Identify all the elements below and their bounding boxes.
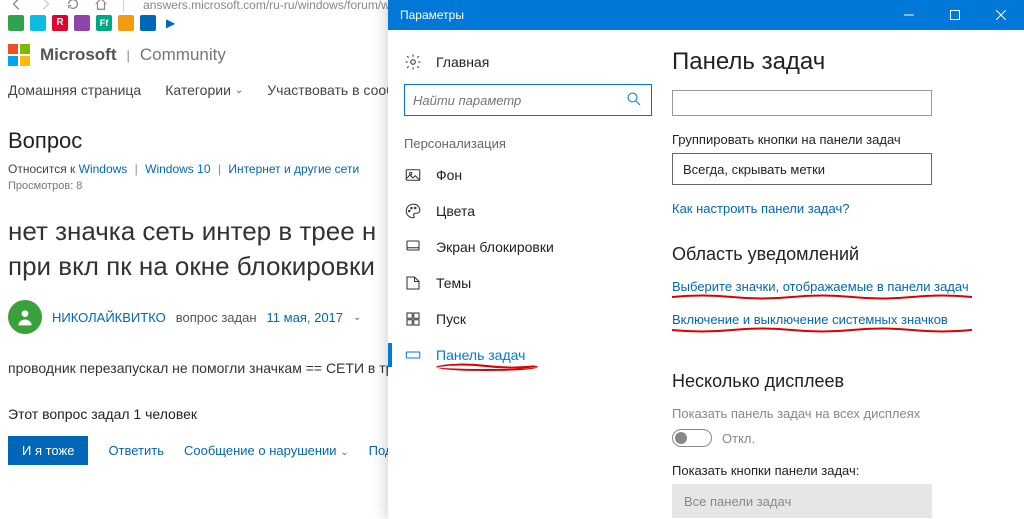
show-buttons-label: Показать кнопки панели задач: bbox=[672, 463, 1002, 478]
nav-fwd-icon[interactable] bbox=[38, 0, 52, 14]
field-box[interactable] bbox=[672, 90, 932, 116]
window-title: Параметры bbox=[388, 8, 886, 22]
avatar bbox=[8, 300, 42, 334]
nav-themes[interactable]: Темы bbox=[388, 265, 668, 301]
author-name[interactable]: НИКОЛАЙКВИТКО bbox=[52, 310, 166, 325]
fav-icon[interactable] bbox=[30, 15, 46, 31]
fav-icon[interactable] bbox=[8, 15, 24, 31]
chevron-down-icon: ⌄ bbox=[235, 85, 243, 96]
lockscreen-icon bbox=[404, 238, 422, 256]
window-minimize-button[interactable] bbox=[886, 0, 932, 30]
nav-taskbar[interactable]: Панель задач bbox=[388, 337, 668, 373]
toggle-state: Откл. bbox=[722, 431, 755, 446]
section-personalization: Персонализация bbox=[388, 130, 668, 157]
microsoft-logo-icon bbox=[8, 44, 30, 66]
fav-icon[interactable] bbox=[118, 15, 134, 31]
fav-icon[interactable]: Ff bbox=[96, 15, 112, 31]
notif-heading: Область уведомлений bbox=[672, 244, 1002, 265]
nav-refresh-icon[interactable] bbox=[66, 0, 80, 14]
asked-date[interactable]: 11 мая, 2017 bbox=[267, 310, 343, 325]
group-buttons-label: Группировать кнопки на панели задач bbox=[672, 132, 1002, 147]
meta-link-net[interactable]: Интернет и другие сети bbox=[228, 162, 359, 176]
nav-home-icon[interactable] bbox=[94, 0, 108, 14]
nav-categories[interactable]: Категории⌄ bbox=[165, 82, 243, 98]
brand-community[interactable]: Community bbox=[140, 45, 226, 65]
window-close-button[interactable] bbox=[978, 0, 1024, 30]
fav-icon[interactable] bbox=[74, 15, 90, 31]
nav-home[interactable]: Домашняя страница bbox=[8, 82, 141, 98]
fav-icon[interactable]: R bbox=[52, 15, 68, 31]
multi-heading: Несколько дисплеев bbox=[672, 371, 1002, 392]
nav-colors[interactable]: Цвета bbox=[388, 193, 668, 229]
search-icon bbox=[625, 90, 643, 111]
nav-back-icon[interactable] bbox=[10, 0, 24, 14]
me-too-button[interactable]: И я тоже bbox=[8, 436, 88, 465]
asked-label: вопрос задан bbox=[176, 310, 257, 325]
system-icons-link[interactable]: Включение и выключение системных значков bbox=[672, 312, 948, 327]
picture-icon bbox=[404, 166, 422, 184]
chevron-down-icon[interactable]: ⌄ bbox=[353, 312, 361, 323]
select-icons-link[interactable]: Выберите значки, отображаемые в панели з… bbox=[672, 279, 969, 294]
nav-background[interactable]: Фон bbox=[388, 157, 668, 193]
settings-home-label: Главная bbox=[436, 54, 489, 70]
howto-link[interactable]: Как настроить панели задач? bbox=[672, 201, 849, 216]
settings-search-input[interactable] bbox=[413, 93, 625, 108]
address-url[interactable]: answers.microsoft.com/ru-ru/windows/foru… bbox=[143, 0, 390, 12]
meta-link-windows[interactable]: Windows bbox=[79, 162, 128, 176]
themes-icon bbox=[404, 274, 422, 292]
settings-home[interactable]: Главная bbox=[388, 44, 668, 80]
settings-window: Параметры Главная Персонализаци bbox=[388, 0, 1024, 519]
reply-link[interactable]: Ответить bbox=[108, 443, 164, 458]
fav-overflow-icon[interactable]: ▶ bbox=[166, 16, 175, 30]
report-link[interactable]: Сообщение о нарушении ⌄ bbox=[184, 443, 349, 458]
show-buttons-select: Все панели задач bbox=[672, 484, 932, 518]
palette-icon bbox=[404, 202, 422, 220]
meta-link-win10[interactable]: Windows 10 bbox=[145, 162, 210, 176]
brand-microsoft[interactable]: Microsoft bbox=[40, 45, 117, 65]
multi-label: Показать панель задач на всех дисплеях bbox=[672, 406, 1002, 421]
page-title: Панель задач bbox=[672, 48, 1002, 76]
window-maximize-button[interactable] bbox=[932, 0, 978, 30]
nav-start[interactable]: Пуск bbox=[388, 301, 668, 337]
multi-toggle[interactable] bbox=[672, 429, 712, 447]
fav-icon[interactable] bbox=[140, 15, 156, 31]
gear-icon bbox=[404, 53, 422, 71]
nav-lockscreen[interactable]: Экран блокировки bbox=[388, 229, 668, 265]
settings-search[interactable] bbox=[404, 84, 652, 116]
taskbar-icon bbox=[404, 346, 422, 364]
group-buttons-select[interactable]: Всегда, скрывать метки bbox=[672, 153, 932, 185]
start-icon bbox=[404, 310, 422, 328]
